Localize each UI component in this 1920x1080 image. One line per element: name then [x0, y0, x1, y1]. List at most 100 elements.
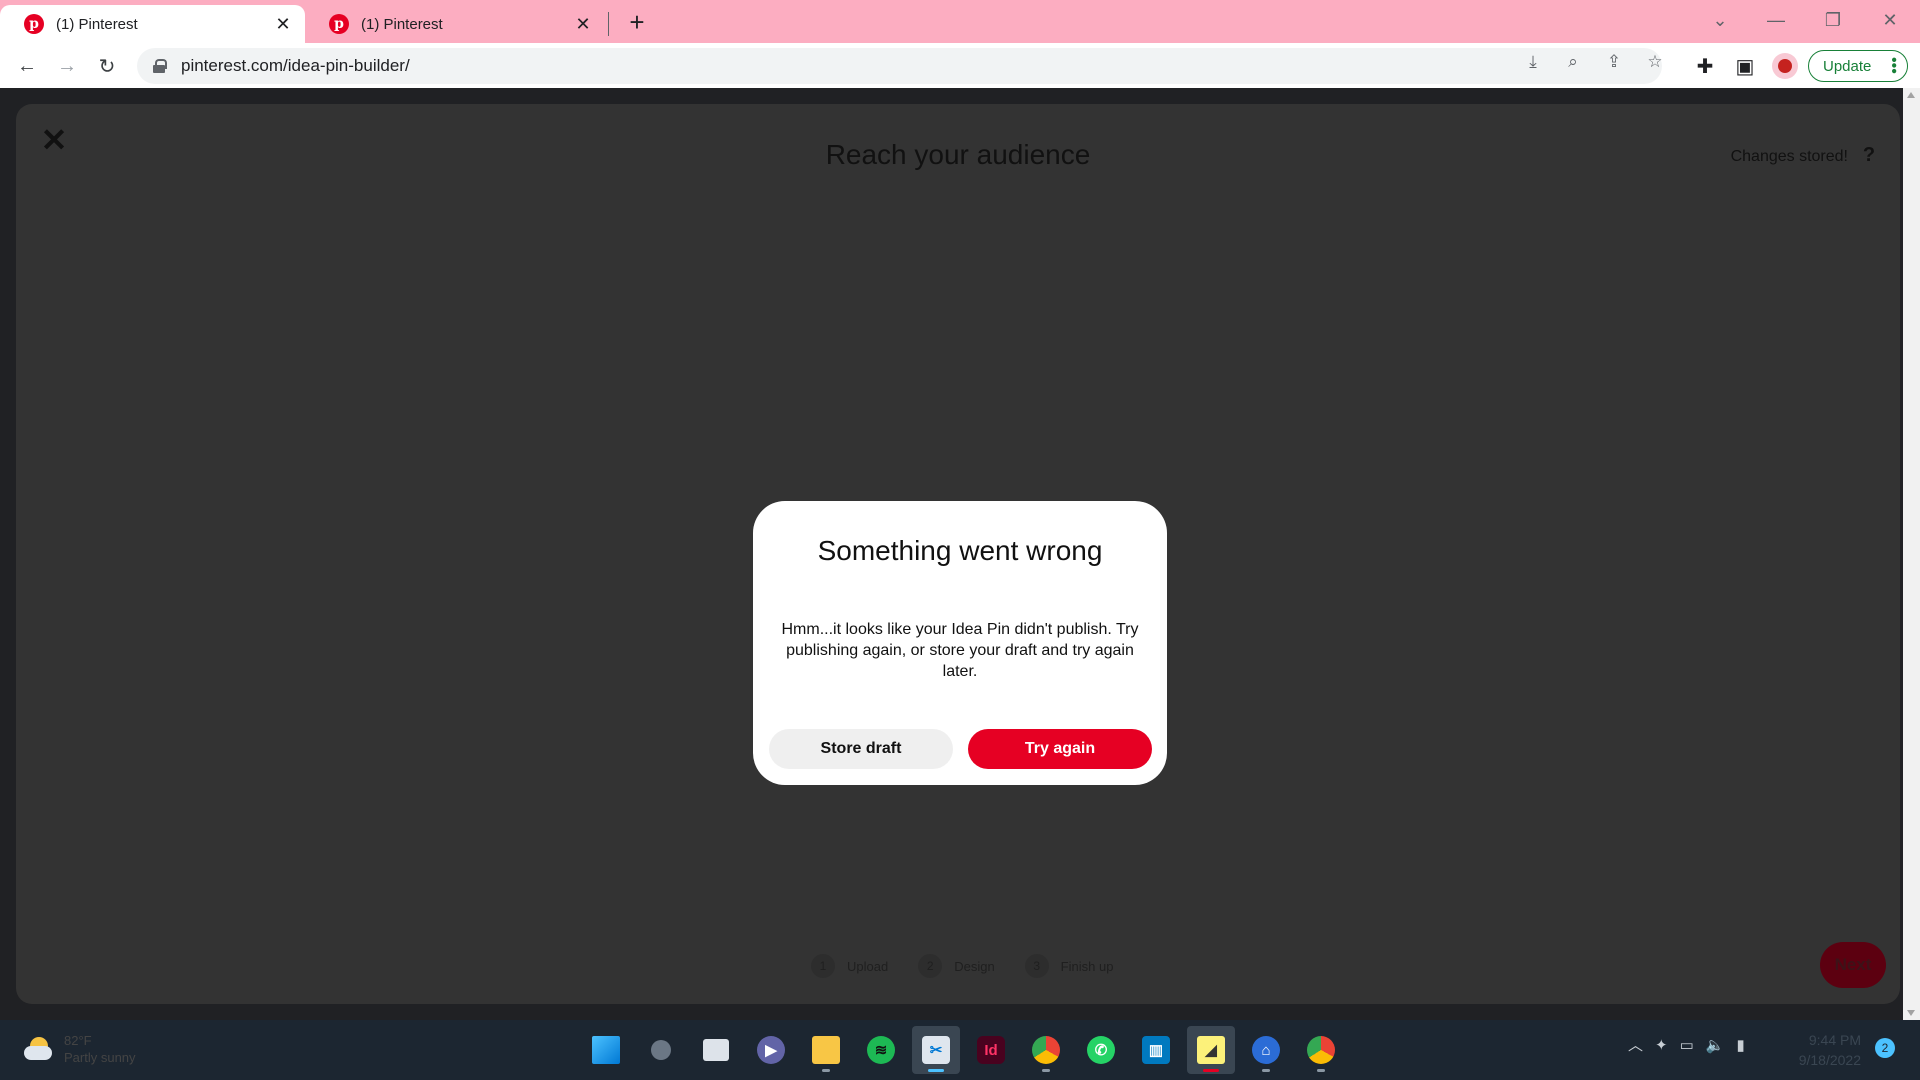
task-view[interactable] — [692, 1026, 740, 1074]
update-label: Update — [1823, 57, 1872, 75]
forward-icon[interactable]: → — [52, 51, 82, 81]
snipping-tool-icon: ✂ — [922, 1036, 950, 1064]
scroll-down-icon[interactable] — [1907, 1010, 1915, 1016]
partly-sunny-icon — [24, 1037, 54, 1061]
running-indicator — [1317, 1069, 1325, 1072]
tab-divider — [608, 12, 609, 36]
browser-tab-1[interactable]: p (1) Pinterest ✕ — [0, 5, 305, 43]
error-dialog: Something went wrong Hmm...it looks like… — [753, 501, 1167, 785]
restore-button[interactable]: ❐ — [1813, 4, 1853, 36]
tab-title: (1) Pinterest — [361, 15, 443, 33]
cloud-icon: ⌂ — [1252, 1036, 1280, 1064]
tab-strip: p (1) Pinterest ✕ p (1) Pinterest ✕ + ⌄ … — [0, 0, 1920, 43]
sticky-notes-icon: ◢ — [1197, 1036, 1225, 1064]
page-scrollbar[interactable] — [1903, 88, 1920, 1020]
spotify-app[interactable]: ≋ — [857, 1026, 905, 1074]
volume-muted-icon[interactable]: 🔈 — [1706, 1036, 1725, 1054]
pinterest-favicon-icon: p — [329, 14, 349, 34]
chrome-icon — [1307, 1036, 1335, 1064]
close-tab-icon[interactable]: ✕ — [273, 14, 293, 34]
page-viewport: ✕ Reach your audience Changes stored! ? … — [0, 88, 1903, 1020]
running-indicator — [1042, 1069, 1050, 1072]
profile-avatar[interactable] — [1772, 53, 1798, 79]
share-icon[interactable]: ⇪ — [1603, 51, 1625, 73]
active-indicator — [1203, 1069, 1219, 1072]
install-app-icon[interactable]: ⤓ — [1522, 51, 1544, 73]
close-window-button[interactable]: ✕ — [1870, 4, 1910, 36]
task-view-icon — [703, 1039, 729, 1061]
dialog-title: Something went wrong — [817, 535, 1103, 566]
weather-temperature: 82°F — [64, 1033, 92, 1048]
browser-tab-2[interactable]: p (1) Pinterest ✕ — [305, 5, 605, 43]
scroll-up-icon[interactable] — [1907, 92, 1915, 98]
whatsapp-app[interactable]: ✆ — [1077, 1026, 1125, 1074]
back-icon[interactable]: ← — [12, 51, 42, 81]
indesign-icon: Id — [977, 1036, 1005, 1064]
clock-date: 9/18/2022 — [1798, 1052, 1861, 1068]
step-label: Design — [954, 958, 995, 974]
cloud-app[interactable]: ⌂ — [1242, 1026, 1290, 1074]
whatsapp-icon: ✆ — [1087, 1036, 1115, 1064]
side-panel-icon[interactable]: ▣ — [1730, 51, 1760, 81]
extensions-icon[interactable]: ✚ — [1690, 51, 1720, 81]
lock-icon[interactable] — [153, 59, 167, 73]
step-number: 1 — [811, 954, 835, 978]
menu-kebab-icon: ••• — [1885, 57, 1902, 74]
close-tab-icon[interactable]: ✕ — [573, 14, 593, 34]
system-clock[interactable]: 9:44 PM 9/18/2022 — [1787, 1030, 1861, 1070]
page-title: Reach your audience — [825, 139, 1091, 170]
windows-start-icon — [592, 1036, 620, 1064]
windows-taskbar: 82°F Partly sunny ▶ ≋ ✂ Id ✆ ▥ ◢ ⌂ ︿ ✦ ▭… — [0, 1020, 1920, 1080]
trello-icon: ▥ — [1142, 1036, 1170, 1064]
address-bar[interactable]: pinterest.com/idea-pin-builder/ — [137, 48, 1662, 84]
step-label: Finish up — [1060, 958, 1114, 974]
bookmark-star-icon[interactable]: ☆ — [1644, 51, 1666, 73]
trello-app[interactable]: ▥ — [1132, 1026, 1180, 1074]
minimize-button[interactable]: — — [1756, 4, 1796, 36]
weather-widget[interactable]: 82°F Partly sunny — [24, 1032, 136, 1066]
snipping-tool-app[interactable]: ✂ — [912, 1026, 960, 1074]
weather-description: Partly sunny — [64, 1050, 136, 1065]
running-indicator — [822, 1069, 830, 1072]
notification-badge[interactable]: 2 — [1875, 1038, 1895, 1058]
pinterest-favicon-icon: p — [24, 14, 44, 34]
url-text[interactable]: pinterest.com/idea-pin-builder/ — [181, 56, 410, 76]
zoom-icon[interactable]: ⌕ — [1562, 51, 1584, 73]
show-hidden-icons-icon[interactable]: ︿ — [1628, 1034, 1643, 1055]
store-draft-button[interactable]: Store draft — [769, 729, 953, 769]
step-upload: 1 Upload — [811, 954, 888, 978]
teams-chat-icon: ▶ — [757, 1036, 785, 1064]
system-tray: ︿ ✦ ▭ 🔈 ▮ — [1628, 1034, 1757, 1055]
reload-icon[interactable]: ↻ — [92, 51, 122, 81]
sticky-notes-app[interactable]: ◢ — [1187, 1026, 1235, 1074]
step-number: 2 — [918, 954, 943, 978]
running-indicator — [1262, 1069, 1270, 1072]
chrome-app[interactable] — [1297, 1026, 1345, 1074]
save-status: Changes stored! — [1730, 148, 1848, 165]
spotify-icon: ≋ — [867, 1036, 895, 1064]
step-design: 2 Design — [918, 954, 995, 978]
chrome-icon — [1032, 1036, 1060, 1064]
file-explorer-app[interactable] — [802, 1026, 850, 1074]
battery-icon[interactable]: ▮ — [1736, 1036, 1744, 1054]
teams-app[interactable]: ▶ — [747, 1026, 795, 1074]
indesign-app[interactable]: Id — [967, 1026, 1015, 1074]
help-icon[interactable]: ? — [1856, 142, 1882, 168]
display-icon[interactable]: ▭ — [1680, 1036, 1694, 1054]
new-tab-button[interactable]: + — [623, 7, 651, 37]
chrome-profile-app[interactable] — [1022, 1026, 1070, 1074]
tab-search-icon[interactable]: ⌄ — [1700, 4, 1740, 36]
step-finish-up: 3 Finish up — [1024, 954, 1114, 978]
dialog-message: Hmm...it looks like your Idea Pin didn't… — [781, 621, 1139, 680]
try-again-button[interactable]: Try again — [968, 729, 1152, 769]
tab-title: (1) Pinterest — [56, 15, 138, 33]
update-button[interactable]: Update ••• — [1808, 50, 1908, 82]
folder-icon — [812, 1036, 840, 1064]
clock-time: 9:44 PM — [1808, 1032, 1861, 1048]
dropbox-icon[interactable]: ✦ — [1655, 1036, 1668, 1054]
browser-toolbar: ← → ↻ pinterest.com/idea-pin-builder/ ⤓ … — [0, 43, 1920, 88]
taskbar-search[interactable] — [637, 1026, 685, 1074]
next-button[interactable]: Next — [1820, 942, 1886, 988]
taskbar-apps: ▶ ≋ ✂ Id ✆ ▥ ◢ ⌂ — [582, 1026, 1352, 1074]
start-button[interactable] — [582, 1026, 630, 1074]
